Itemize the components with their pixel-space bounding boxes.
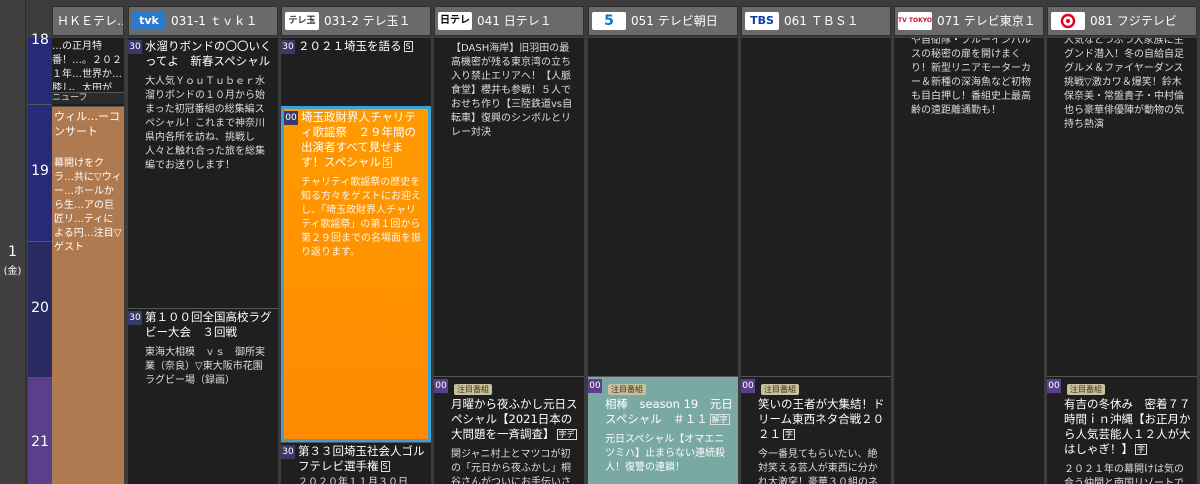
channel-header-fuji[interactable]: 081 フジテレビ bbox=[1047, 6, 1197, 36]
tvk-logo-icon: tvk bbox=[132, 12, 166, 30]
hour-21: 21 bbox=[28, 377, 52, 484]
channel-label: 081 フジテレビ bbox=[1090, 14, 1177, 28]
start-minute: 30 bbox=[281, 40, 295, 54]
mark-badge: 字デ bbox=[556, 429, 577, 440]
day-column: 1 (金) bbox=[0, 0, 26, 484]
program-etv-top[interactable]: …の正月特番！…。２０２１年…世界か…膝し、太田が bbox=[52, 38, 124, 90]
program-ntv-2[interactable]: 00 注目番組 月曜から夜ふかし元日スペシャル【2021日本の大問題を一斉調査】… bbox=[434, 376, 584, 484]
program-tbs-empty[interactable] bbox=[741, 38, 891, 376]
tbs-logo-icon: TBS bbox=[745, 12, 779, 30]
featured-tag: 注目番組 bbox=[608, 384, 646, 395]
teletama-logo-icon: テレ玉 bbox=[285, 12, 319, 30]
day-date: 1 bbox=[8, 244, 17, 260]
channel-header-tbs[interactable]: TBS 061 ＴＢＳ１ bbox=[741, 6, 891, 36]
channel-label: 071 テレビ東京１ bbox=[937, 14, 1036, 28]
channel-header-etv[interactable]: ＨＫＥテレ… bbox=[52, 6, 124, 36]
featured-tag: 注目番組 bbox=[761, 384, 799, 395]
channel-label: 061 ＴＢＳ１ bbox=[784, 14, 859, 28]
start-minute: 30 bbox=[128, 40, 142, 54]
day-weekday: (金) bbox=[3, 266, 22, 277]
program-etv-concert[interactable]: ウィル…ーコンサート 幕開けをクラ…共に▽ウィー…ホールから生…アの巨匠リ…ティ… bbox=[52, 106, 124, 484]
ntv-logo-icon: 日テレ bbox=[438, 12, 472, 30]
start-minute: 00 bbox=[434, 379, 448, 393]
mark-badge: S bbox=[380, 461, 390, 472]
start-minute: 30 bbox=[281, 445, 295, 459]
program-tbs-1[interactable]: 00 注目番組 笑いの王者が大集結！ドリーム東西ネタ合戦２０２１ 字 今一番見ても… bbox=[741, 376, 891, 484]
start-minute: 00 bbox=[588, 379, 602, 393]
hour-19: 19 bbox=[28, 104, 52, 241]
channel-label: 051 テレビ朝日 bbox=[631, 14, 718, 28]
program-tvk-1[interactable]: 30 水溜りボンドの〇〇いくってよ 新春スペシャル 大人気ＹｏｕＴｕｂｅｒ水溜り… bbox=[128, 38, 278, 308]
start-minute: 30 bbox=[128, 311, 142, 325]
program-teletama-1[interactable]: 30 ２０２１埼玉を語る S bbox=[281, 38, 431, 106]
column-fuji: 人気なとつぶつ大家族に生グンド潜入！冬の自給自足グルメ＆ファイヤーダンス挑戦▽激… bbox=[1047, 38, 1197, 484]
hour-20: 20 bbox=[28, 241, 52, 377]
column-tvtokyo: や自衛隊・ブルーインパルスの秘密の扉を開けまくり！新型リニアモーターカー＆新種の… bbox=[894, 38, 1044, 484]
channel-label: 031-2 テレ玉１ bbox=[324, 14, 411, 28]
start-minute: 00 bbox=[1047, 379, 1061, 393]
program-tvk-2[interactable]: 30 第１００回全国高校ラグビー大会 ３回戦 東海大相模 ｖｓ 御所実業（奈良）… bbox=[128, 308, 278, 484]
mark-badge: 字 bbox=[783, 429, 795, 440]
channel-label: ＨＫＥテレ… bbox=[57, 14, 124, 28]
channel-header-teletama[interactable]: テレ玉 031-2 テレ玉１ bbox=[281, 6, 431, 36]
program-teletama-golf[interactable]: 30 第３３回埼玉社会人ゴルフテレビ選手権 S ２０２０年１１月３０日 bbox=[281, 442, 431, 484]
mark-badge: 字 bbox=[1135, 444, 1147, 455]
program-tvtokyo-1[interactable]: や自衛隊・ブルーインパルスの秘密の扉を開けまくり！新型リニアモーターカー＆新種の… bbox=[894, 38, 1044, 484]
column-ntv: 【DASH海岸】旧羽田の最高機密が残る東京湾の立ち入り禁止エリアへ！【人脈食堂】… bbox=[434, 38, 584, 484]
fuji-logo-icon bbox=[1051, 12, 1085, 30]
column-etv: …の正月特番！…。２０２１年…世界か…膝し、太田が ニューフ ウィル…ーコンサー… bbox=[52, 38, 124, 484]
start-minute: 00 bbox=[741, 379, 755, 393]
mark-badge: 解字 bbox=[709, 414, 730, 425]
channel-label: 041 日テレ１ bbox=[477, 14, 552, 28]
program-tvasahi-empty[interactable] bbox=[588, 38, 738, 376]
tvasahi-logo-icon: 5 bbox=[592, 12, 626, 30]
program-fuji-1[interactable]: 人気なとつぶつ大家族に生グンド潜入！冬の自給自足グルメ＆ファイヤーダンス挑戦▽激… bbox=[1047, 38, 1197, 376]
tvtokyo-logo-icon: TV TOKYO bbox=[898, 12, 932, 30]
program-tvasahi-aibou[interactable]: 00 注目番組 相棒 season 19 元日スペシャル ＃１１ 解字 元日スペシ… bbox=[588, 376, 738, 484]
featured-tag: 注目番組 bbox=[1067, 384, 1105, 395]
channel-header-tvasahi[interactable]: 5 051 テレビ朝日 bbox=[588, 6, 738, 36]
column-tvk: 30 水溜りボンドの〇〇いくってよ 新春スペシャル 大人気ＹｏｕＴｕｂｅｒ水溜り… bbox=[128, 38, 278, 484]
featured-tag: 注目番組 bbox=[454, 384, 492, 395]
channel-label: 031-1 ｔｖｋ１ bbox=[171, 14, 258, 28]
column-teletama: 30 ２０２１埼玉を語る S 00 埼玉政財界人チャリティ歌謡祭 ２９年間の出演者… bbox=[281, 38, 431, 484]
program-ntv-1[interactable]: 【DASH海岸】旧羽田の最高機密が残る東京湾の立ち入り禁止エリアへ！【人脈食堂】… bbox=[434, 38, 584, 376]
column-tvasahi: 00 注目番組 相棒 season 19 元日スペシャル ＃１１ 解字 元日スペシ… bbox=[588, 38, 738, 484]
column-tbs: 00 注目番組 笑いの王者が大集結！ドリーム東西ネタ合戦２０２１ 字 今一番見ても… bbox=[741, 38, 891, 484]
channel-header-tvtokyo[interactable]: TV TOKYO 071 テレビ東京１ bbox=[894, 6, 1044, 36]
channel-header-tvk[interactable]: tvk 031-1 ｔｖｋ１ bbox=[128, 6, 278, 36]
program-fuji-2[interactable]: 00 注目番組 有吉の冬休み 密着７７時間ｉｎ沖縄【お正月から人気芸能人１２人が… bbox=[1047, 376, 1197, 484]
start-minute: 00 bbox=[284, 111, 298, 125]
program-teletama-charity[interactable]: 00 埼玉政財界人チャリティ歌謡祭 ２９年間の出演者すべて見せます！スペシャル S… bbox=[281, 106, 431, 442]
mark-badge: S bbox=[382, 157, 392, 168]
mark-badge: S bbox=[403, 41, 413, 52]
hour-18: 18 bbox=[28, 32, 52, 104]
program-etv-mid[interactable]: ニューフ bbox=[52, 92, 124, 104]
channel-header-ntv[interactable]: 日テレ 041 日テレ１ bbox=[434, 6, 584, 36]
